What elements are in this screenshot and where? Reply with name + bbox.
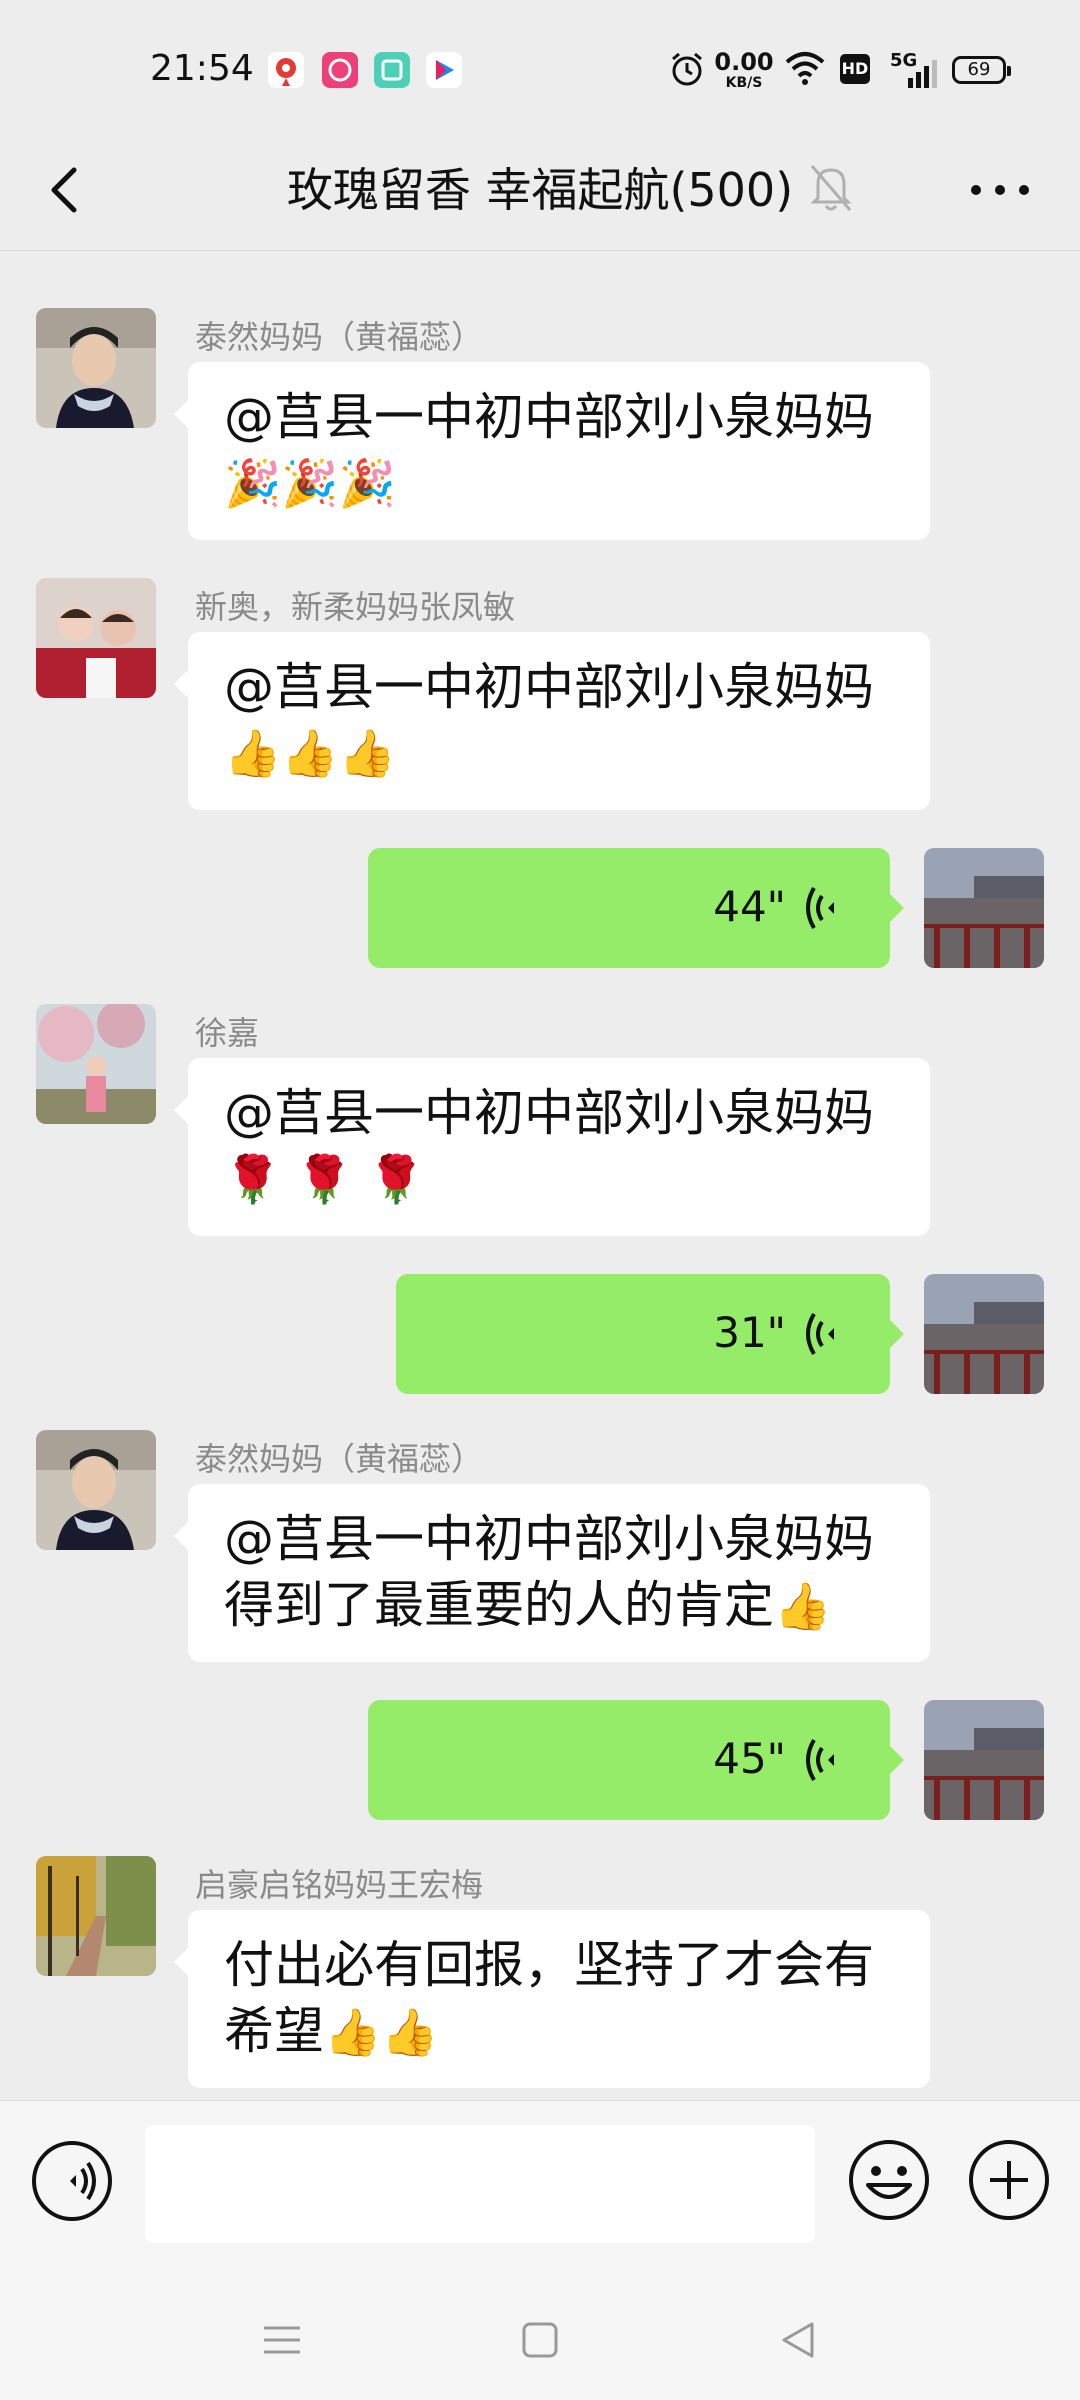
voice-message-bubble[interactable]: 45"	[368, 1700, 904, 1820]
message-text: @莒县一中初中部刘小泉妈妈	[224, 658, 874, 716]
sender-name: 启豪启铭妈妈王宏梅	[195, 1866, 484, 1904]
wifi-icon	[784, 50, 826, 90]
message-text-line2: 希望👍👍	[224, 1998, 894, 2065]
nav-home-button[interactable]	[510, 2310, 570, 2370]
avatar[interactable]	[36, 1856, 156, 1976]
app-notification-icon-2	[322, 52, 358, 88]
message-text: @莒县一中初中部刘小泉妈妈	[224, 1510, 874, 1568]
thumbs-up-emoji: 👍👍	[324, 2005, 439, 2059]
message-text: 付出必有回报，坚持了才会有	[224, 1936, 874, 1994]
avatar[interactable]	[36, 1430, 156, 1550]
message-bubble[interactable]: @莒县一中初中部刘小泉妈妈 🎉🎉🎉	[174, 362, 930, 540]
avatar[interactable]	[36, 1004, 156, 1124]
more-button[interactable]	[960, 150, 1040, 230]
status-time: 21:54	[150, 48, 254, 89]
header-divider	[0, 250, 1080, 251]
my-avatar[interactable]	[924, 1274, 1044, 1394]
network-speed: 0.00 KB/S	[714, 50, 774, 90]
voice-icon	[806, 1312, 834, 1356]
voice-duration: 45"	[713, 1734, 786, 1783]
home-square-icon	[522, 2322, 558, 2358]
hd-badge: HD	[840, 54, 870, 84]
nav-menu-button[interactable]	[252, 2310, 312, 2370]
sender-name: 新奥，新柔妈妈张凤敏	[195, 588, 516, 626]
thumbs-up-emoji: 👍👍👍	[224, 726, 396, 780]
network-speed-value: 0.00	[714, 48, 774, 76]
avatar[interactable]	[36, 578, 156, 698]
message-text: @莒县一中初中部刘小泉妈妈	[224, 1084, 874, 1142]
nav-back-button[interactable]	[768, 2310, 828, 2370]
app-notification-icon-3	[374, 52, 410, 88]
my-avatar[interactable]	[924, 848, 1044, 968]
chat-title: 玫瑰留香 幸福起航(500)	[286, 163, 794, 217]
message-bubble[interactable]: @莒县一中初中部刘小泉妈妈 得到了最重要的人的肯定👍	[174, 1484, 930, 1662]
sender-name: 徐嘉	[195, 1014, 260, 1052]
voice-input-button[interactable]	[30, 2139, 114, 2223]
status-bar: 21:54 0.00 KB/S HD 5G 69	[0, 0, 1080, 130]
plus-icon	[969, 2140, 1049, 2220]
sender-name: 泰然妈妈（黄福蕊）	[195, 318, 484, 356]
input-bar	[0, 2100, 1080, 2271]
chat-header: 玫瑰留香 幸福起航(500)	[0, 130, 1080, 250]
avatar[interactable]	[36, 308, 156, 428]
app-notification-icon-4	[426, 52, 462, 88]
menu-icon	[264, 2326, 300, 2354]
emoji-icon	[849, 2140, 929, 2220]
bell-off-icon	[806, 158, 856, 218]
thumbs-up-emoji: 👍	[774, 1579, 832, 1633]
more-functions-button[interactable]	[966, 2137, 1052, 2223]
sender-name: 泰然妈妈（黄福蕊）	[195, 1440, 484, 1478]
voice-icon	[806, 1738, 834, 1782]
app-notification-icon-1	[268, 52, 304, 88]
voice-duration: 44"	[713, 882, 786, 931]
network-speed-unit: KB/S	[725, 75, 763, 91]
voice-message-bubble[interactable]: 44"	[368, 848, 904, 968]
my-avatar[interactable]	[924, 1700, 1044, 1820]
party-popper-emoji: 🎉🎉🎉	[224, 456, 396, 510]
voice-icon	[806, 886, 834, 930]
message-text-line2-text: 得到了最重要的人的肯定	[224, 1576, 774, 1634]
battery-indicator: 69	[952, 56, 1011, 84]
message-bubble[interactable]: 付出必有回报，坚持了才会有 希望👍👍	[174, 1910, 930, 2088]
message-bubble[interactable]: @莒县一中初中部刘小泉妈妈 👍👍👍	[174, 632, 930, 810]
signal-icon	[906, 58, 940, 92]
emoji-button[interactable]	[846, 2137, 932, 2223]
message-text-line2: 得到了最重要的人的肯定👍	[224, 1572, 894, 1639]
rose-emoji: 🌹 🌹 🌹	[224, 1152, 426, 1206]
message-bubble[interactable]: @莒县一中初中部刘小泉妈妈 🌹 🌹 🌹	[174, 1058, 930, 1236]
system-nav-bar	[0, 2270, 1080, 2400]
message-text: @莒县一中初中部刘小泉妈妈	[224, 388, 874, 446]
message-input[interactable]	[145, 2125, 815, 2243]
message-text-line2-text: 希望	[224, 2002, 324, 2060]
voice-icon	[32, 2141, 112, 2221]
voice-message-bubble[interactable]: 31"	[396, 1274, 904, 1394]
more-icon	[971, 185, 1029, 195]
back-triangle-icon	[782, 2322, 814, 2358]
alarm-icon	[668, 50, 706, 92]
voice-duration: 31"	[713, 1308, 786, 1357]
